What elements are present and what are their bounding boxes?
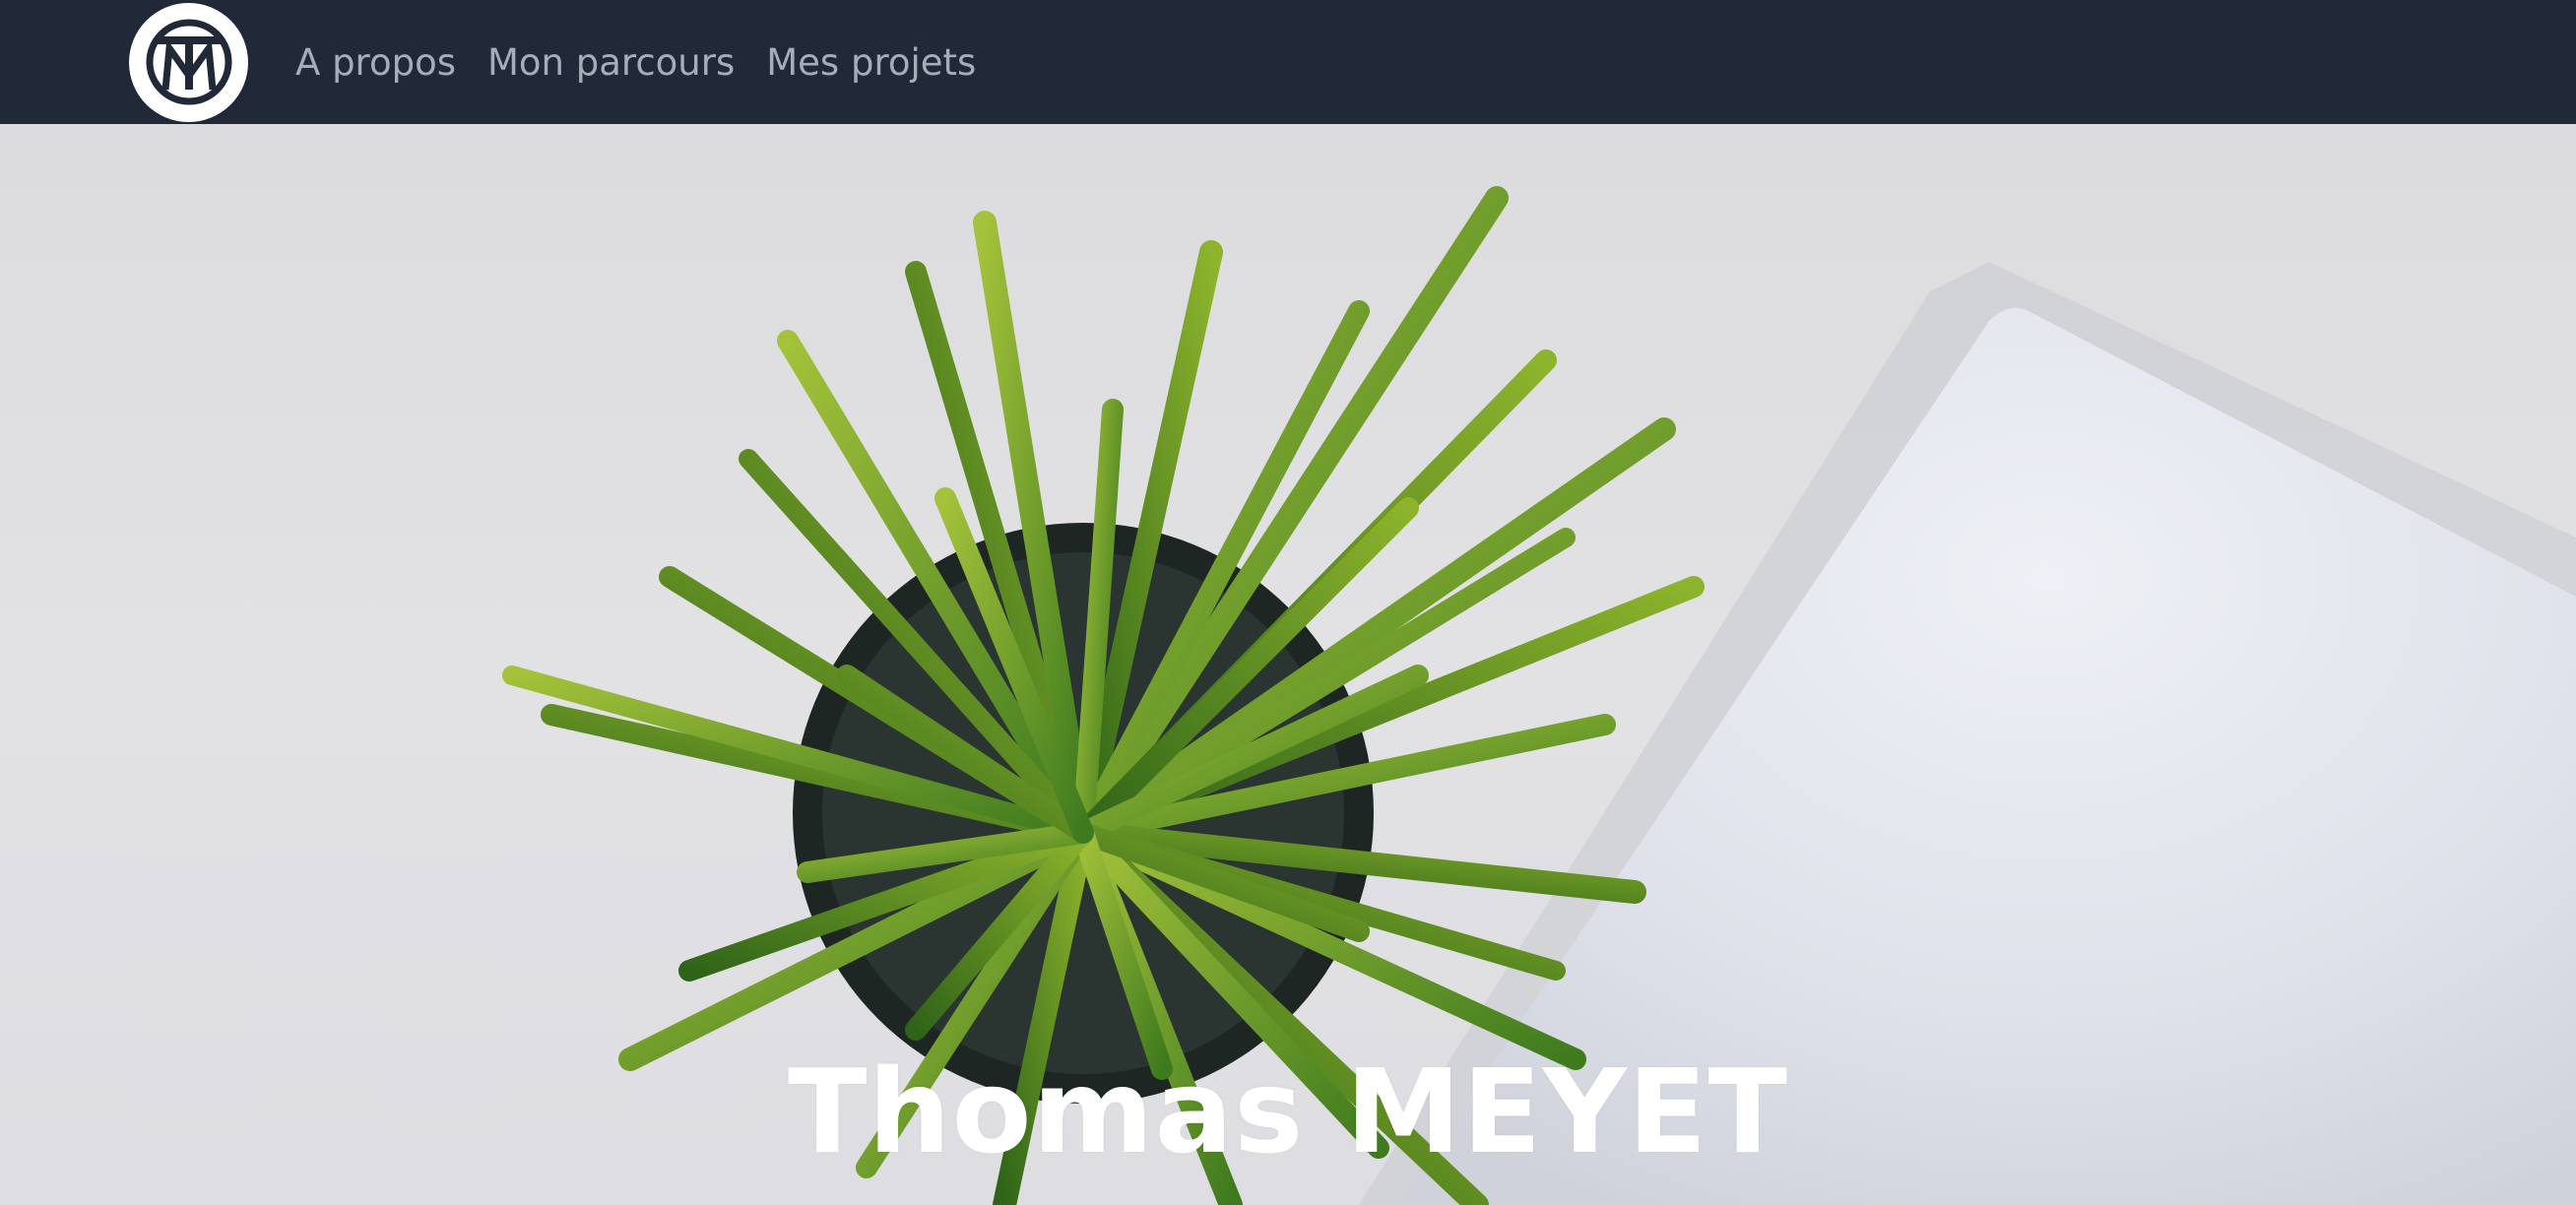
nav-link-a-propos[interactable]: A propos [295, 41, 456, 84]
hero-banner: Thomas MEYET [0, 124, 2576, 1205]
nav-link-mes-projets[interactable]: Mes projets [766, 41, 976, 84]
top-navbar: A propos Mon parcours Mes projets [0, 0, 2576, 124]
nav-link-mon-parcours[interactable]: Mon parcours [487, 41, 735, 84]
hero-title: Thomas MEYET [787, 1044, 1789, 1180]
main-nav: A propos Mon parcours Mes projets [295, 41, 1007, 84]
tm-monogram-logo-icon[interactable] [129, 2, 248, 122]
